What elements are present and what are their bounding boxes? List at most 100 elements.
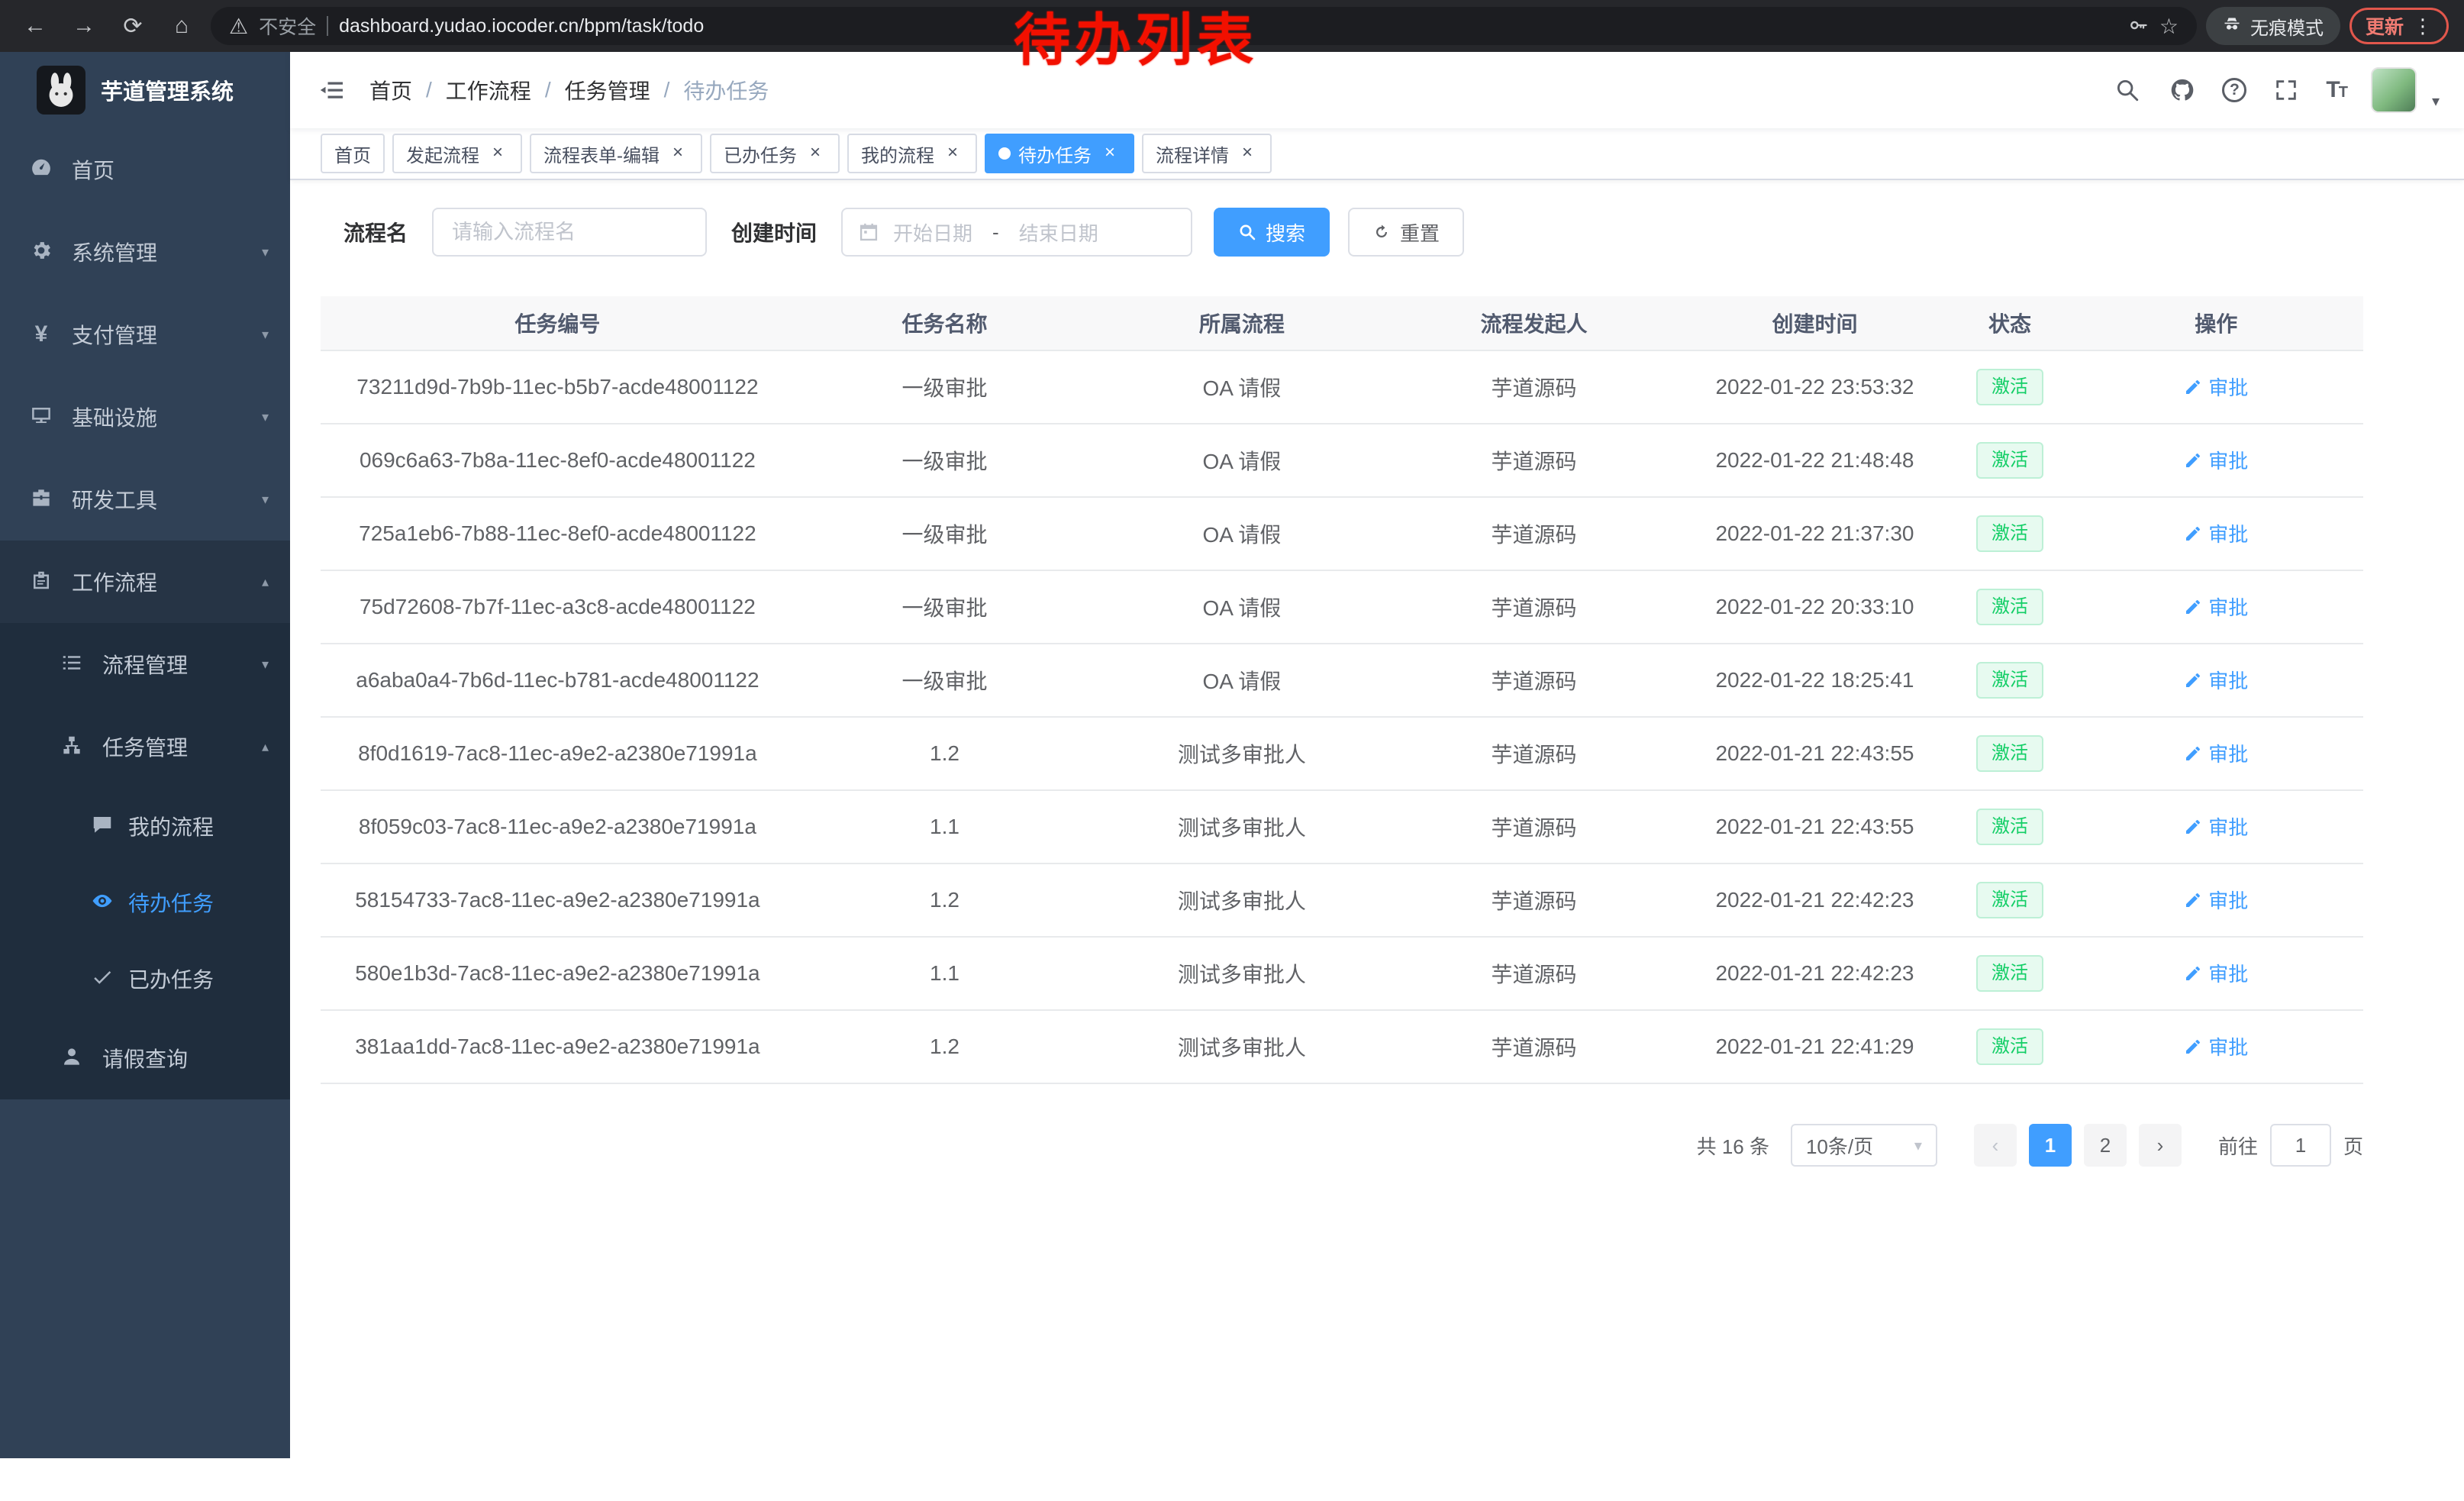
approve-link[interactable]: 审批 <box>2184 373 2248 401</box>
table-row: 580e1b3d-7ac8-11ec-a9e2-a2380e71991a 1.1… <box>321 938 2363 1011</box>
cell-action: 审批 <box>2069 1032 2363 1061</box>
check-icon <box>89 966 116 992</box>
fullscreen-icon[interactable] <box>2271 77 2301 103</box>
cell-action: 审批 <box>2069 959 2363 988</box>
breadcrumb-item-home[interactable]: 首页 <box>369 75 412 105</box>
table-row: 75d72608-7b7f-11ec-a3c8-acde48001122 一级审… <box>321 571 2363 644</box>
avatar-caret-icon[interactable]: ▾ <box>2432 92 2440 111</box>
close-icon[interactable]: × <box>1237 143 1258 164</box>
search-icon[interactable] <box>2112 77 2143 103</box>
font-size-icon[interactable]: TT <box>2326 77 2346 103</box>
close-icon[interactable]: × <box>942 143 963 164</box>
cell-status: 激活 <box>1950 515 2069 551</box>
tab-done-tasks[interactable]: 已办任务 × <box>710 134 840 173</box>
tab-my-process[interactable]: 我的流程 × <box>847 134 977 173</box>
sidebar-item-process-mgmt[interactable]: 流程管理 ▾ <box>0 623 290 705</box>
star-icon[interactable]: ☆ <box>2159 14 2179 39</box>
tab-todo-tasks[interactable]: 待办任务 × <box>985 134 1134 173</box>
sidebar-item-done[interactable]: 已办任务 <box>0 941 290 1017</box>
col-header-process: 所属流程 <box>1095 308 1388 338</box>
edit-icon <box>2184 1038 2202 1056</box>
avatar[interactable] <box>2371 67 2417 113</box>
github-icon[interactable] <box>2167 77 2198 103</box>
security-warning-icon[interactable]: ⚠ <box>229 14 248 39</box>
sidebar-item-label: 我的流程 <box>128 811 214 841</box>
reset-button[interactable]: 重置 <box>1348 208 1464 257</box>
cell-action: 审批 <box>2069 886 2363 915</box>
sidebar-item-my-process[interactable]: 我的流程 <box>0 788 290 864</box>
search-button[interactable]: 搜索 <box>1214 208 1330 257</box>
page-button-2[interactable]: 2 <box>2084 1124 2127 1167</box>
approve-link[interactable]: 审批 <box>2184 592 2248 621</box>
approve-link[interactable]: 审批 <box>2184 519 2248 547</box>
approve-link[interactable]: 审批 <box>2184 886 2248 914</box>
sidebar-item-devtools[interactable]: 研发工具 ▾ <box>0 458 290 541</box>
approve-link[interactable]: 审批 <box>2184 446 2248 474</box>
tab-form-edit[interactable]: 流程表单-编辑 × <box>530 134 702 173</box>
cell-task-id: 725a1eb6-7b88-11ec-8ef0-acde48001122 <box>321 521 795 546</box>
sidebar-item-home[interactable]: 首页 <box>0 128 290 211</box>
cell-task-id: 73211d9d-7b9b-11ec-b5b7-acde48001122 <box>321 375 795 399</box>
cell-process: OA 请假 <box>1095 518 1388 549</box>
page-button-1[interactable]: 1 <box>2029 1124 2072 1167</box>
col-header-create-time: 创建时间 <box>1679 308 1951 338</box>
status-badge: 激活 <box>1976 662 2043 698</box>
cell-starter: 芋道源码 <box>1389 958 1679 989</box>
next-page-button[interactable]: › <box>2139 1124 2182 1167</box>
help-icon[interactable]: ? <box>2222 78 2246 102</box>
edit-icon <box>2184 744 2202 763</box>
list-icon <box>55 651 89 677</box>
menu-dots-icon[interactable]: ⋮ <box>2413 15 2433 38</box>
tab-process-detail[interactable]: 流程详情 × <box>1142 134 1272 173</box>
tab-start-process[interactable]: 发起流程 × <box>392 134 522 173</box>
browser-menu-update-button[interactable]: 更新 ⋮ <box>2350 8 2449 44</box>
col-header-status: 状态 <box>1950 308 2069 338</box>
sidebar-item-task-mgmt[interactable]: 任务管理 ▴ <box>0 705 290 788</box>
close-icon[interactable]: × <box>667 143 689 164</box>
cell-task-name: 一级审批 <box>795 665 1095 696</box>
sidebar-toggle-button[interactable] <box>318 76 345 104</box>
sidebar-item-todo[interactable]: 待办任务 <box>0 864 290 941</box>
close-icon[interactable]: × <box>1099 143 1121 164</box>
col-header-task-id: 任务编号 <box>321 308 795 338</box>
table-row: a6aba0a4-7b6d-11ec-b781-acde48001122 一级审… <box>321 644 2363 718</box>
sidebar-item-infra[interactable]: 基础设施 ▾ <box>0 376 290 458</box>
key-icon[interactable] <box>2127 14 2149 38</box>
forward-button[interactable]: → <box>64 6 104 46</box>
date-range-picker[interactable]: 开始日期 - 结束日期 <box>841 208 1192 257</box>
prev-page-button[interactable]: ‹ <box>1974 1124 2017 1167</box>
back-button[interactable]: ← <box>15 6 55 46</box>
approve-link[interactable]: 审批 <box>2184 1032 2248 1060</box>
table-row: 58154733-7ac8-11ec-a9e2-a2380e71991a 1.2… <box>321 864 2363 938</box>
cell-action: 审批 <box>2069 812 2363 841</box>
cell-create-time: 2022-01-21 22:42:23 <box>1679 888 1951 912</box>
approve-link[interactable]: 审批 <box>2184 812 2248 841</box>
goto-page: 前往 页 <box>2218 1124 2363 1167</box>
home-button[interactable]: ⌂ <box>162 6 202 46</box>
close-icon[interactable]: × <box>487 143 508 164</box>
status-badge: 激活 <box>1976 369 2043 405</box>
refresh-button[interactable]: ⟳ <box>113 6 153 46</box>
sidebar-item-label: 支付管理 <box>72 319 157 350</box>
cell-create-time: 2022-01-21 22:42:23 <box>1679 961 1951 986</box>
status-badge: 激活 <box>1976 809 2043 844</box>
goto-input[interactable] <box>2270 1124 2331 1167</box>
approve-link[interactable]: 审批 <box>2184 959 2248 987</box>
app-title: 芋道管理系统 <box>101 74 234 106</box>
cell-starter: 芋道源码 <box>1389 738 1679 769</box>
page-size-select[interactable]: 10条/页 ▾ <box>1791 1124 1937 1167</box>
breadcrumb-item-workflow[interactable]: 工作流程 <box>446 75 531 105</box>
range-separator: - <box>992 221 999 244</box>
status-badge: 激活 <box>1976 735 2043 771</box>
toolbox-icon <box>24 486 58 512</box>
sidebar-item-payment[interactable]: ¥ 支付管理 ▾ <box>0 293 290 376</box>
approve-link[interactable]: 审批 <box>2184 739 2248 767</box>
sidebar-item-workflow[interactable]: 工作流程 ▴ <box>0 541 290 623</box>
sidebar-item-leave-query[interactable]: 请假查询 <box>0 1017 290 1099</box>
process-name-input[interactable] <box>432 208 707 257</box>
breadcrumb-item-task-mgmt[interactable]: 任务管理 <box>565 75 650 105</box>
tab-home[interactable]: 首页 <box>321 134 385 173</box>
close-icon[interactable]: × <box>805 143 826 164</box>
sidebar-item-system[interactable]: 系统管理 ▾ <box>0 211 290 293</box>
approve-link[interactable]: 审批 <box>2184 666 2248 694</box>
